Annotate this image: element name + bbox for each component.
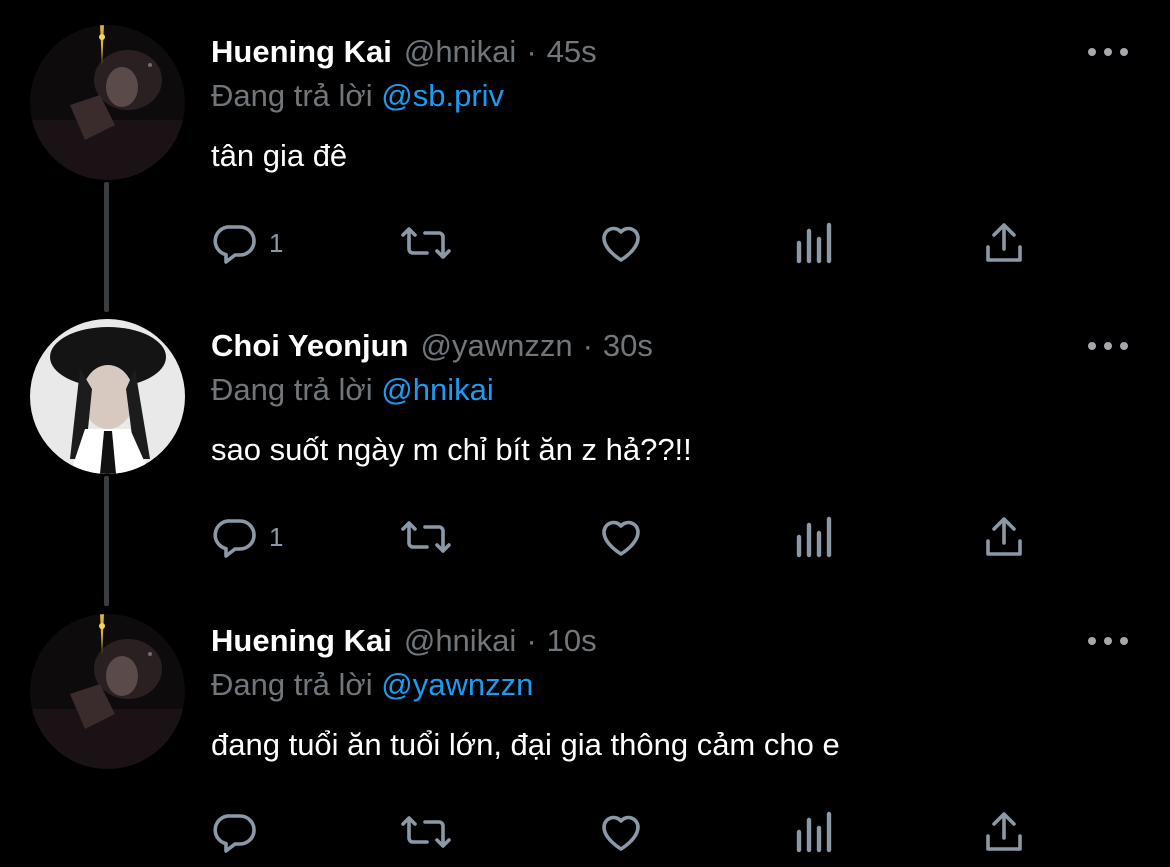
tweet-header: Huening Kai @hnikai · 45s	[211, 30, 597, 74]
reply-button[interactable]	[211, 807, 269, 857]
display-name[interactable]: Choi Yeonjun	[211, 328, 409, 364]
user-handle[interactable]: @hnikai	[404, 623, 516, 659]
share-icon	[986, 812, 1022, 851]
tweet[interactable]: Choi Yeonjun @yawnzzn · 30s Đang trả lời…	[0, 294, 1170, 588]
tweet-header: Huening Kai @hnikai · 10s	[211, 619, 597, 663]
reply-count: 1	[269, 227, 284, 258]
share-icon	[986, 517, 1022, 556]
mention-link[interactable]: @hnikai	[381, 372, 493, 407]
tweet[interactable]: Huening Kai @hnikai · 45s Đang trả lời @…	[0, 0, 1170, 294]
more-icon[interactable]	[1088, 338, 1128, 354]
avatar[interactable]	[30, 25, 185, 180]
replying-to-label: Đang trả lời	[211, 667, 373, 702]
retweet-button[interactable]	[399, 512, 453, 562]
share-button[interactable]	[981, 512, 1027, 562]
tweet-text: sao suốt ngày m chỉ bít ăn z hả??!!	[211, 432, 692, 467]
heart-icon	[602, 226, 640, 262]
share-icon	[986, 223, 1022, 262]
retweet-icon	[401, 521, 451, 553]
heart-icon	[602, 520, 640, 556]
separator-dot: ·	[526, 34, 537, 69]
avatar[interactable]	[30, 614, 185, 769]
views-button[interactable]	[791, 807, 835, 857]
replying-to-label: Đang trả lời	[211, 372, 373, 407]
mention-link[interactable]: @yawnzzn	[381, 667, 533, 702]
views-icon	[796, 811, 832, 853]
views-button[interactable]	[791, 218, 835, 268]
retweet-icon	[401, 816, 451, 848]
tweet-actions: 1	[211, 512, 1041, 562]
separator-dot: ·	[526, 623, 537, 658]
tweet-actions	[211, 807, 1041, 857]
more-icon[interactable]	[1088, 633, 1128, 649]
tweet-actions: 1	[211, 218, 1041, 268]
separator-dot: ·	[582, 328, 593, 363]
user-handle[interactable]: @hnikai	[404, 34, 516, 70]
retweet-button[interactable]	[399, 218, 453, 268]
reply-count: 1	[269, 521, 284, 552]
tweet-thread: Huening Kai @hnikai · 45s Đang trả lời @…	[0, 0, 1170, 867]
tweet[interactable]: Huening Kai @hnikai · 10s Đang trả lời @…	[0, 589, 1170, 867]
reply-icon	[213, 519, 256, 558]
share-button[interactable]	[981, 807, 1027, 857]
views-button[interactable]	[791, 512, 835, 562]
like-button[interactable]	[596, 218, 646, 268]
more-icon[interactable]	[1088, 44, 1128, 60]
timestamp[interactable]: 10s	[547, 623, 597, 659]
replying-to-label: Đang trả lời	[211, 78, 373, 113]
share-button[interactable]	[981, 218, 1027, 268]
heart-icon	[602, 815, 640, 851]
replying-to: Đang trả lời @yawnzzn	[211, 667, 533, 703]
replying-to: Đang trả lời @sb.priv	[211, 78, 504, 114]
reply-icon	[213, 225, 256, 264]
views-icon	[796, 222, 832, 264]
display-name[interactable]: Huening Kai	[211, 34, 392, 70]
reply-button[interactable]: 1	[211, 218, 283, 268]
reply-icon	[213, 814, 256, 853]
retweet-icon	[401, 227, 451, 259]
mention-link[interactable]: @sb.priv	[381, 78, 504, 113]
user-handle[interactable]: @yawnzzn	[421, 328, 573, 364]
views-icon	[796, 516, 832, 558]
retweet-button[interactable]	[399, 807, 453, 857]
timestamp[interactable]: 45s	[547, 34, 597, 70]
tweet-text: đang tuổi ăn tuổi lớn, đại gia thông cảm…	[211, 727, 840, 762]
like-button[interactable]	[596, 512, 646, 562]
reply-button[interactable]: 1	[211, 512, 283, 562]
tweet-text: tân gia đê	[211, 138, 348, 173]
avatar[interactable]	[30, 319, 185, 474]
like-button[interactable]	[596, 807, 646, 857]
replying-to: Đang trả lời @hnikai	[211, 372, 494, 408]
timestamp[interactable]: 30s	[603, 328, 653, 364]
tweet-header: Choi Yeonjun @yawnzzn · 30s	[211, 324, 653, 368]
display-name[interactable]: Huening Kai	[211, 623, 392, 659]
